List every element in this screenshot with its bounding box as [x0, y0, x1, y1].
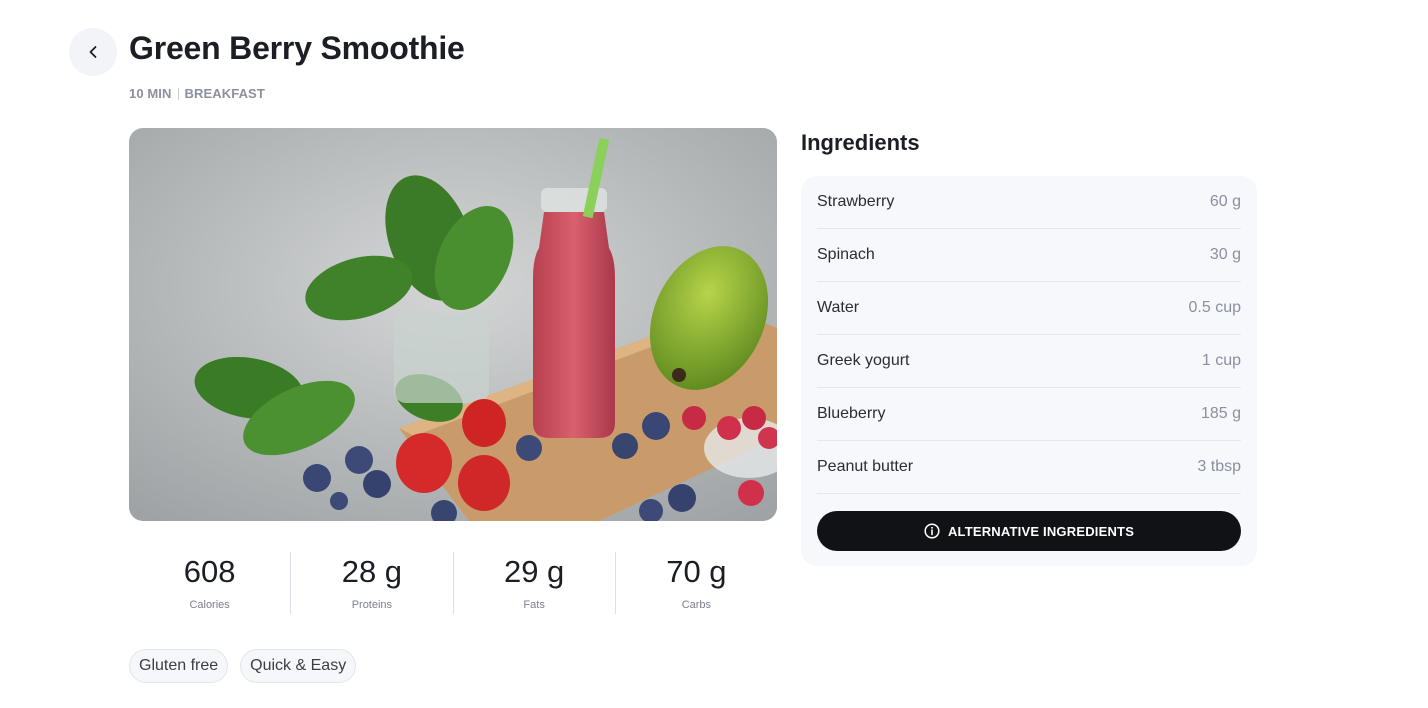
nutrition-value: 28 g [341, 554, 403, 589]
info-circle-icon [924, 523, 940, 539]
ingredient-row: Spinach 30 g [817, 229, 1241, 282]
back-button[interactable] [69, 28, 117, 76]
tag-quick-easy[interactable]: Quick & Easy [240, 649, 357, 683]
ingredient-name: Water [817, 299, 860, 316]
ingredient-name: Blueberry [817, 405, 886, 422]
meta-divider [177, 87, 179, 100]
recipe-page: Green Berry Smoothie 10 MIN BREAKFAST 60… [0, 0, 1428, 708]
recipe-photo [129, 128, 777, 521]
nutrition-value: 608 [183, 554, 236, 589]
prep-time: 10 MIN [129, 86, 172, 101]
ingredients-card: Strawberry 60 g Spinach 30 g Water 0.5 c… [801, 176, 1257, 566]
alternative-ingredients-label: ALTERNATIVE INGREDIENTS [947, 523, 1135, 539]
recipe-tags: Gluten free Quick & Easy [129, 649, 357, 683]
ingredient-qty: 0.5 cup [1188, 299, 1241, 316]
ingredients-title: Ingredients [801, 130, 920, 155]
nutrition-summary: 608 Calories 28 g Proteins 29 g Fats 70 … [129, 552, 777, 614]
nutrition-label: Proteins [351, 599, 393, 611]
nutrition-label: Carbs [681, 599, 712, 611]
nutrition-proteins: 28 g Proteins [291, 552, 454, 614]
meal-category: BREAKFAST [184, 86, 265, 101]
ingredient-name: Peanut butter [817, 458, 914, 475]
ingredient-qty: 1 cup [1201, 352, 1241, 369]
ingredient-row: Strawberry 60 g [817, 176, 1241, 229]
ingredient-name: Spinach [817, 246, 875, 263]
nutrition-label: Fats [523, 599, 545, 611]
ingredient-row: Blueberry 185 g [817, 388, 1241, 441]
ingredient-row: Water 0.5 cup [817, 282, 1241, 335]
ingredient-row: Peanut butter 3 tbsp [817, 441, 1241, 494]
ingredient-row: Greek yogurt 1 cup [817, 335, 1241, 388]
ingredient-qty: 60 g [1209, 193, 1241, 210]
recipe-meta: 10 MIN BREAKFAST [129, 86, 265, 101]
tag-gluten-free[interactable]: Gluten free [129, 649, 229, 683]
ingredient-name: Strawberry [817, 193, 895, 210]
ingredient-qty: 30 g [1209, 246, 1241, 263]
nutrition-label: Calories [189, 599, 230, 611]
alternative-ingredients-button[interactable]: ALTERNATIVE INGREDIENTS [817, 511, 1241, 551]
page-title: Green Berry Smoothie [129, 30, 465, 66]
nutrition-calories: 608 Calories [129, 552, 292, 614]
nutrition-value: 70 g [666, 554, 727, 589]
ingredient-name: Greek yogurt [817, 352, 910, 369]
ingredient-qty: 3 tbsp [1197, 458, 1241, 475]
nutrition-carbs: 70 g Carbs [616, 552, 777, 614]
chevron-left-icon [89, 46, 97, 58]
nutrition-value: 29 g [503, 554, 565, 589]
ingredient-qty: 185 g [1200, 405, 1241, 422]
nutrition-fats: 29 g Fats [454, 552, 616, 614]
